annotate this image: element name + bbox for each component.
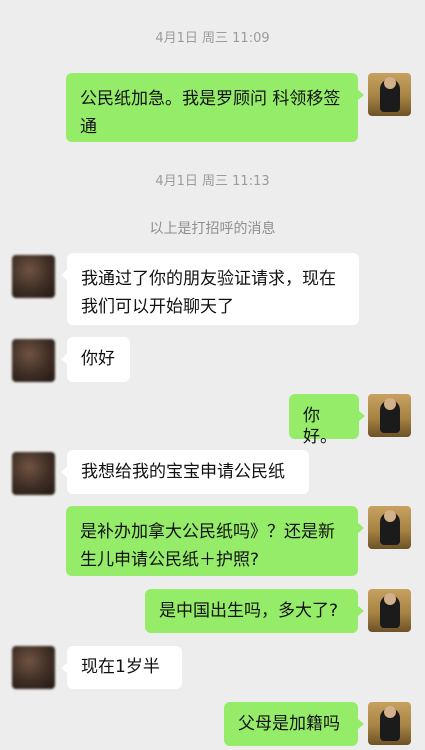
message-bubble[interactable]: 公民纸加急。我是罗顾问 科领移签通	[66, 73, 364, 142]
message-bubble[interactable]: 是中国出生吗，多大了?	[145, 589, 364, 633]
message-bubble[interactable]: 我通过了你的朋友验证请求，现在我们可以开始聊天了	[61, 253, 359, 325]
message-bubble[interactable]: 现在1岁半	[61, 646, 182, 689]
avatar-figure	[380, 398, 400, 433]
message-bubble[interactable]: 父母是加籍吗	[224, 702, 364, 746]
timestamp: 4月1日 周三 11:09	[155, 31, 270, 46]
chat-window: 4月1日 周三 11:09 公民纸加急。我是罗顾问 科领移签通 4月1日 周三 …	[0, 0, 425, 750]
contact-avatar[interactable]	[12, 339, 55, 382]
message-bubble[interactable]: 我想给我的宝宝申请公民纸	[61, 450, 309, 494]
user-avatar[interactable]	[368, 73, 411, 116]
avatar-figure	[380, 706, 400, 741]
contact-avatar[interactable]	[12, 255, 55, 298]
user-avatar[interactable]	[368, 702, 411, 745]
contact-avatar[interactable]	[12, 452, 55, 495]
user-avatar[interactable]	[368, 394, 411, 437]
user-avatar[interactable]	[368, 506, 411, 549]
timestamp: 4月1日 周三 11:13	[155, 174, 270, 189]
message-bubble[interactable]: 你好。	[289, 394, 365, 447]
avatar-figure	[380, 593, 400, 628]
avatar-figure	[380, 77, 400, 112]
message-bubble[interactable]: 是补办加拿大公民纸吗》？还是新生儿申请公民纸＋护照?	[66, 506, 364, 576]
contact-avatar[interactable]	[12, 646, 55, 689]
system-notice: 以上是打招呼的消息	[149, 221, 276, 237]
message-bubble[interactable]: 你好	[61, 337, 130, 382]
user-avatar[interactable]	[368, 589, 411, 632]
avatar-figure	[380, 510, 400, 545]
